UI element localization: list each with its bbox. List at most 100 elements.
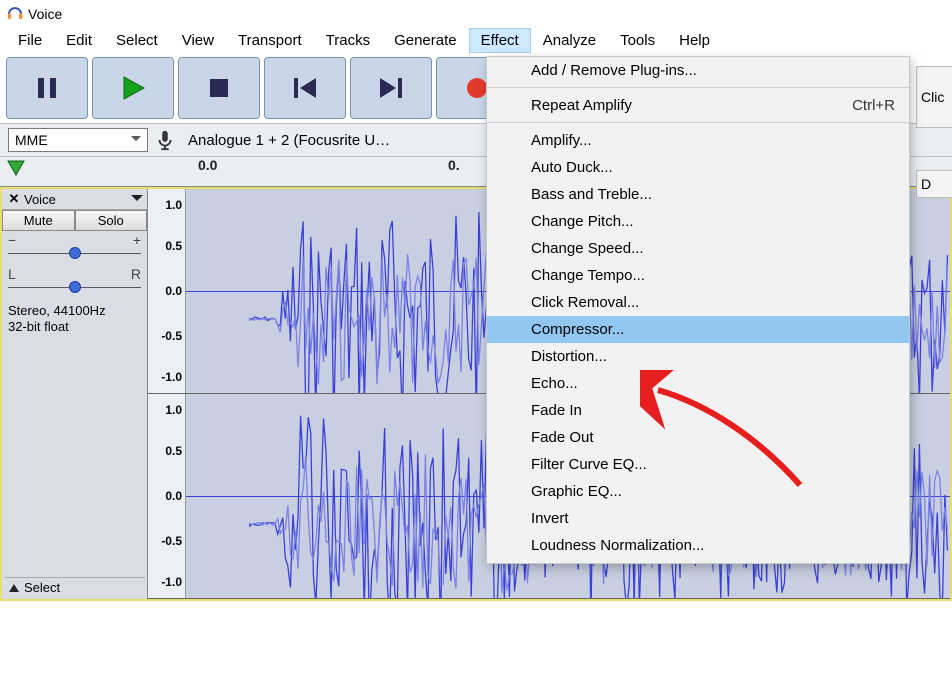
- effect-item-fade-in[interactable]: Fade In: [487, 397, 909, 424]
- skip-end-icon: [378, 76, 404, 100]
- menu-file[interactable]: File: [6, 28, 54, 53]
- effect-item-label: Compressor...: [531, 321, 624, 338]
- menu-tracks[interactable]: Tracks: [314, 28, 382, 53]
- skip-end-button[interactable]: [350, 57, 432, 119]
- right-toolbar-peek: Clic D: [916, 66, 952, 240]
- effect-item-click-removal[interactable]: Click Removal...: [487, 289, 909, 316]
- close-track-button[interactable]: ✕: [6, 191, 22, 207]
- skip-start-button[interactable]: [264, 57, 346, 119]
- effect-item-compressor[interactable]: Compressor...: [487, 316, 909, 343]
- right-peek-d[interactable]: D: [916, 170, 952, 198]
- play-head-icon[interactable]: [6, 159, 26, 177]
- effect-item-fade-out[interactable]: Fade Out: [487, 424, 909, 451]
- effect-item-label: Graphic EQ...: [531, 483, 622, 500]
- track-header: ✕ Voice: [2, 189, 147, 210]
- microphone-icon: [154, 129, 176, 151]
- input-device-label[interactable]: Analogue 1 + 2 (Focusrite U…: [182, 130, 396, 151]
- play-button[interactable]: [92, 57, 174, 119]
- mute-button[interactable]: Mute: [2, 210, 75, 231]
- menu-edit[interactable]: Edit: [54, 28, 104, 53]
- effect-item-change-speed[interactable]: Change Speed...: [487, 235, 909, 262]
- menu-help[interactable]: Help: [667, 28, 722, 53]
- solo-button[interactable]: Solo: [75, 210, 148, 231]
- stop-button[interactable]: [178, 57, 260, 119]
- track-format-line2: 32-bit float: [8, 319, 141, 335]
- vruler-label: 1.0: [165, 403, 182, 417]
- amplitude-ruler-right: 1.0 0.5 0.0 -0.5 -1.0: [148, 394, 186, 598]
- track-format-line1: Stereo, 44100Hz: [8, 303, 141, 319]
- gain-slider-row: −+: [2, 231, 147, 259]
- window-title: Voice: [28, 6, 62, 22]
- effect-item-label: Change Speed...: [531, 240, 644, 257]
- vruler-label: 0.0: [165, 284, 182, 298]
- effect-item-label: Fade In: [531, 402, 582, 419]
- menu-transport[interactable]: Transport: [226, 28, 314, 53]
- track-control-panel: ✕ Voice Mute Solo −+ LR Stereo, 44100Hz …: [2, 189, 148, 599]
- pan-slider[interactable]: [8, 281, 141, 293]
- effect-item-label: Echo...: [531, 375, 578, 392]
- vruler-label: -0.5: [161, 329, 182, 343]
- menu-tools[interactable]: Tools: [608, 28, 667, 53]
- track-select-row[interactable]: Select: [4, 577, 145, 597]
- app-icon: [6, 5, 24, 23]
- track-format: Stereo, 44100Hz 32-bit float: [2, 299, 147, 339]
- menu-effect[interactable]: Effect: [469, 28, 531, 53]
- menubar: FileEditSelectViewTransportTracksGenerat…: [0, 28, 952, 53]
- effect-item-label: Filter Curve EQ...: [531, 456, 647, 473]
- pan-left-label: L: [8, 269, 16, 279]
- vruler-label: -1.0: [161, 370, 182, 384]
- effect-item-label: Repeat Amplify: [531, 97, 632, 114]
- effect-item-amplify[interactable]: Amplify...: [487, 127, 909, 154]
- ruler-tick: 0.0: [198, 157, 217, 173]
- effect-item-label: Add / Remove Plug-ins...: [531, 62, 697, 79]
- gain-plus-label: +: [133, 235, 141, 245]
- menu-select[interactable]: Select: [104, 28, 170, 53]
- gain-minus-label: −: [8, 235, 16, 245]
- audio-host-value: MME: [15, 132, 48, 148]
- effect-item-label: Change Tempo...: [531, 267, 645, 284]
- ruler-tick: 0.: [448, 157, 460, 173]
- effect-item-auto-duck[interactable]: Auto Duck...: [487, 154, 909, 181]
- vruler-label: 0.5: [165, 239, 182, 253]
- pause-button[interactable]: [6, 57, 88, 119]
- effect-item-add-remove-plug-ins[interactable]: Add / Remove Plug-ins...: [487, 57, 909, 88]
- vruler-label: -1.0: [161, 575, 182, 589]
- effect-item-label: Fade Out: [531, 429, 594, 446]
- effect-item-label: Bass and Treble...: [531, 186, 652, 203]
- effect-item-label: Auto Duck...: [531, 159, 613, 176]
- menu-view[interactable]: View: [170, 28, 226, 53]
- gain-slider[interactable]: [8, 247, 141, 259]
- pan-slider-row: LR: [2, 265, 147, 293]
- effect-item-bass-and-treble[interactable]: Bass and Treble...: [487, 181, 909, 208]
- effect-item-label: Amplify...: [531, 132, 592, 149]
- menu-analyze[interactable]: Analyze: [531, 28, 608, 53]
- effect-item-filter-curve-eq[interactable]: Filter Curve EQ...: [487, 451, 909, 478]
- vruler-label: 0.0: [165, 489, 182, 503]
- effect-item-echo[interactable]: Echo...: [487, 370, 909, 397]
- menu-generate[interactable]: Generate: [382, 28, 469, 53]
- skip-start-icon: [292, 76, 318, 100]
- vruler-label: 0.5: [165, 444, 182, 458]
- effect-item-loudness-normalization[interactable]: Loudness Normalization...: [487, 532, 909, 559]
- collapse-up-icon: [8, 582, 20, 594]
- pause-icon: [36, 76, 58, 100]
- effect-item-repeat-amplify[interactable]: Repeat AmplifyCtrl+R: [487, 92, 909, 123]
- effect-item-change-tempo[interactable]: Change Tempo...: [487, 262, 909, 289]
- vruler-label: -0.5: [161, 534, 182, 548]
- vruler-label: 1.0: [165, 198, 182, 212]
- track-name[interactable]: Voice: [22, 192, 131, 207]
- effect-item-label: Loudness Normalization...: [531, 537, 704, 554]
- audio-host-combo[interactable]: MME: [8, 128, 148, 152]
- amplitude-ruler-left: 1.0 0.5 0.0 -0.5 -1.0: [148, 189, 186, 393]
- right-peek-clic[interactable]: Clic: [916, 66, 952, 128]
- track-menu-button[interactable]: [131, 195, 143, 207]
- effect-item-distortion[interactable]: Distortion...: [487, 343, 909, 370]
- mute-solo-row: Mute Solo: [2, 210, 147, 231]
- effect-item-label: Click Removal...: [531, 294, 639, 311]
- effect-item-label: Invert: [531, 510, 569, 527]
- stop-icon: [208, 77, 230, 99]
- effect-item-graphic-eq[interactable]: Graphic EQ...: [487, 478, 909, 505]
- effect-item-change-pitch[interactable]: Change Pitch...: [487, 208, 909, 235]
- effect-item-invert[interactable]: Invert: [487, 505, 909, 532]
- effect-menu-dropdown: Add / Remove Plug-ins... Repeat AmplifyCt…: [486, 56, 910, 564]
